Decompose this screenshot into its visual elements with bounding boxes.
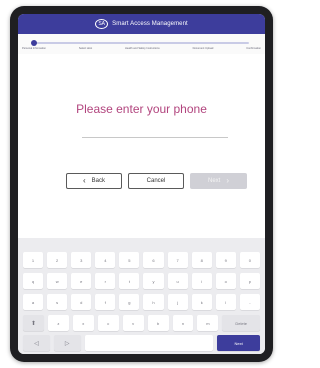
key-t[interactable]: t <box>119 273 140 289</box>
tablet-frame: SA Smart Access Management Personal Info… <box>10 6 273 362</box>
brand-logo-icon: SA <box>95 19 109 29</box>
key-b[interactable]: b <box>147 315 169 331</box>
cancel-button-label: Cancel <box>146 178 166 184</box>
next-button[interactable]: Next › <box>190 173 247 189</box>
key-o[interactable]: o <box>215 273 236 289</box>
next-button-label: Next <box>207 178 221 184</box>
keyboard-row-numbers: 1 2 3 4 5 6 7 8 9 0 <box>23 252 260 268</box>
key-u[interactable]: u <box>167 273 188 289</box>
key-8[interactable]: 8 <box>191 252 212 268</box>
key-5[interactable]: 5 <box>119 252 140 268</box>
phone-input[interactable] <box>82 122 232 138</box>
step-confirmation: Confirmation <box>246 47 261 50</box>
key-x[interactable]: x <box>72 315 94 331</box>
key-d[interactable]: d <box>71 294 92 310</box>
page-prompt: Please enter your phone <box>76 102 207 116</box>
key-n[interactable]: n <box>172 315 194 331</box>
app-title: Smart Access Management <box>112 21 188 27</box>
progress-stepper: Personal Information Select Host Health … <box>18 34 265 54</box>
step-document-upload: Document Upload <box>192 47 214 50</box>
shift-icon[interactable]: ⬆ <box>23 315 44 331</box>
chevron-right-icon: › <box>226 176 229 185</box>
key-g[interactable]: g <box>119 294 140 310</box>
key-4[interactable]: 4 <box>95 252 116 268</box>
keyboard-next-key[interactable]: Next <box>217 335 260 351</box>
key-z[interactable]: z <box>47 315 69 331</box>
key-3[interactable]: 3 <box>71 252 92 268</box>
key-h[interactable]: h <box>143 294 164 310</box>
key-q[interactable]: q <box>23 273 44 289</box>
key-e[interactable]: e <box>71 273 92 289</box>
step-personal-information: Personal Information <box>22 47 46 50</box>
keyboard-row-bottom: ◁ ▷ Next <box>23 335 260 351</box>
key-7[interactable]: 7 <box>167 252 188 268</box>
progress-steps: Personal Information Select Host Health … <box>22 47 261 50</box>
key-9[interactable]: 9 <box>215 252 236 268</box>
keyboard-row-qwerty: q w e r t y u i o p <box>23 273 260 289</box>
progress-track <box>34 42 249 44</box>
key-dash[interactable]: - <box>239 294 260 310</box>
keyboard-row-asdf: a s d f g h j k l - <box>23 294 260 310</box>
key-c[interactable]: c <box>97 315 119 331</box>
key-l[interactable]: l <box>215 294 236 310</box>
delete-key[interactable]: Delete <box>222 315 261 331</box>
key-f[interactable]: f <box>95 294 116 310</box>
space-key[interactable] <box>84 335 214 351</box>
key-y[interactable]: y <box>143 273 164 289</box>
chevron-left-icon: ‹ <box>82 176 86 185</box>
key-v[interactable]: v <box>122 315 144 331</box>
current-step-dot <box>31 40 37 46</box>
key-k[interactable]: k <box>191 294 212 310</box>
key-2[interactable]: 2 <box>47 252 68 268</box>
cancel-button[interactable]: Cancel <box>128 173 184 189</box>
key-0[interactable]: 0 <box>239 252 260 268</box>
key-w[interactable]: w <box>47 273 68 289</box>
key-1[interactable]: 1 <box>23 252 44 268</box>
on-screen-keyboard: 1 2 3 4 5 6 7 8 9 0 q w e r t y u i o p … <box>18 238 265 354</box>
key-6[interactable]: 6 <box>143 252 164 268</box>
back-button-label: Back <box>91 178 105 184</box>
key-a[interactable]: a <box>23 294 44 310</box>
screen: SA Smart Access Management Personal Info… <box>18 14 265 354</box>
key-j[interactable]: j <box>167 294 188 310</box>
step-health-safety: Health and Safety Instructions <box>125 47 160 50</box>
key-p[interactable]: p <box>239 273 260 289</box>
key-r[interactable]: r <box>95 273 116 289</box>
keyboard-row-zxcv: ⬆ z x c v b n m Delete <box>23 315 261 331</box>
arrow-right-icon[interactable]: ▷ <box>53 335 81 351</box>
phone-input-underline <box>82 137 228 138</box>
step-select-host: Select Host <box>78 47 93 50</box>
key-i[interactable]: i <box>191 273 212 289</box>
back-button[interactable]: ‹ Back <box>66 173 122 189</box>
key-m[interactable]: m <box>197 315 219 331</box>
arrow-left-icon[interactable]: ◁ <box>23 335 50 351</box>
key-s[interactable]: s <box>47 294 68 310</box>
app-header: SA Smart Access Management <box>18 14 265 34</box>
